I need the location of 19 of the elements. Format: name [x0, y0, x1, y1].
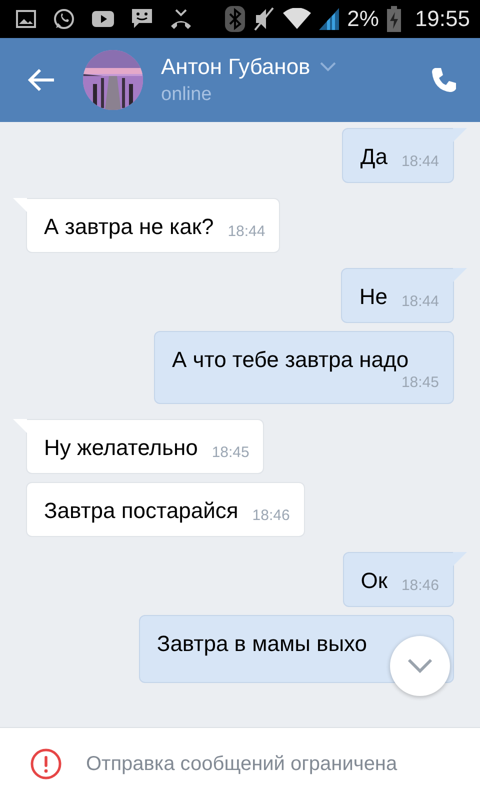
message-time: 18:44: [401, 293, 439, 311]
message-bubble: Ок 18:46: [342, 552, 454, 607]
message-time: 18:46: [401, 577, 439, 595]
message-bubble: Завтра постарайся 18:46: [26, 482, 305, 537]
battery-percent: 2%: [347, 6, 379, 32]
message-time: 18:44: [401, 153, 439, 171]
message-time: 18:44: [228, 223, 266, 241]
contact-name[interactable]: Антон Губанов: [161, 54, 310, 80]
message-bubble: А завтра не как? 18:44: [26, 198, 280, 253]
notice-text: Отправка сообщений ограничена: [86, 752, 398, 776]
message-bubble: Ну желательно 18:45: [26, 419, 264, 474]
online-status: online: [161, 84, 213, 106]
message-bubble: Да 18:44: [342, 128, 454, 183]
clock-time: 19:55: [414, 6, 470, 32]
message-bubble: А что тебе завтра надо 18:45: [154, 331, 454, 404]
message-time: 18:46: [252, 507, 290, 525]
message-bubble: Не 18:44: [341, 268, 454, 323]
message-time: 18:45: [401, 374, 439, 392]
message-time: 18:45: [212, 444, 250, 462]
